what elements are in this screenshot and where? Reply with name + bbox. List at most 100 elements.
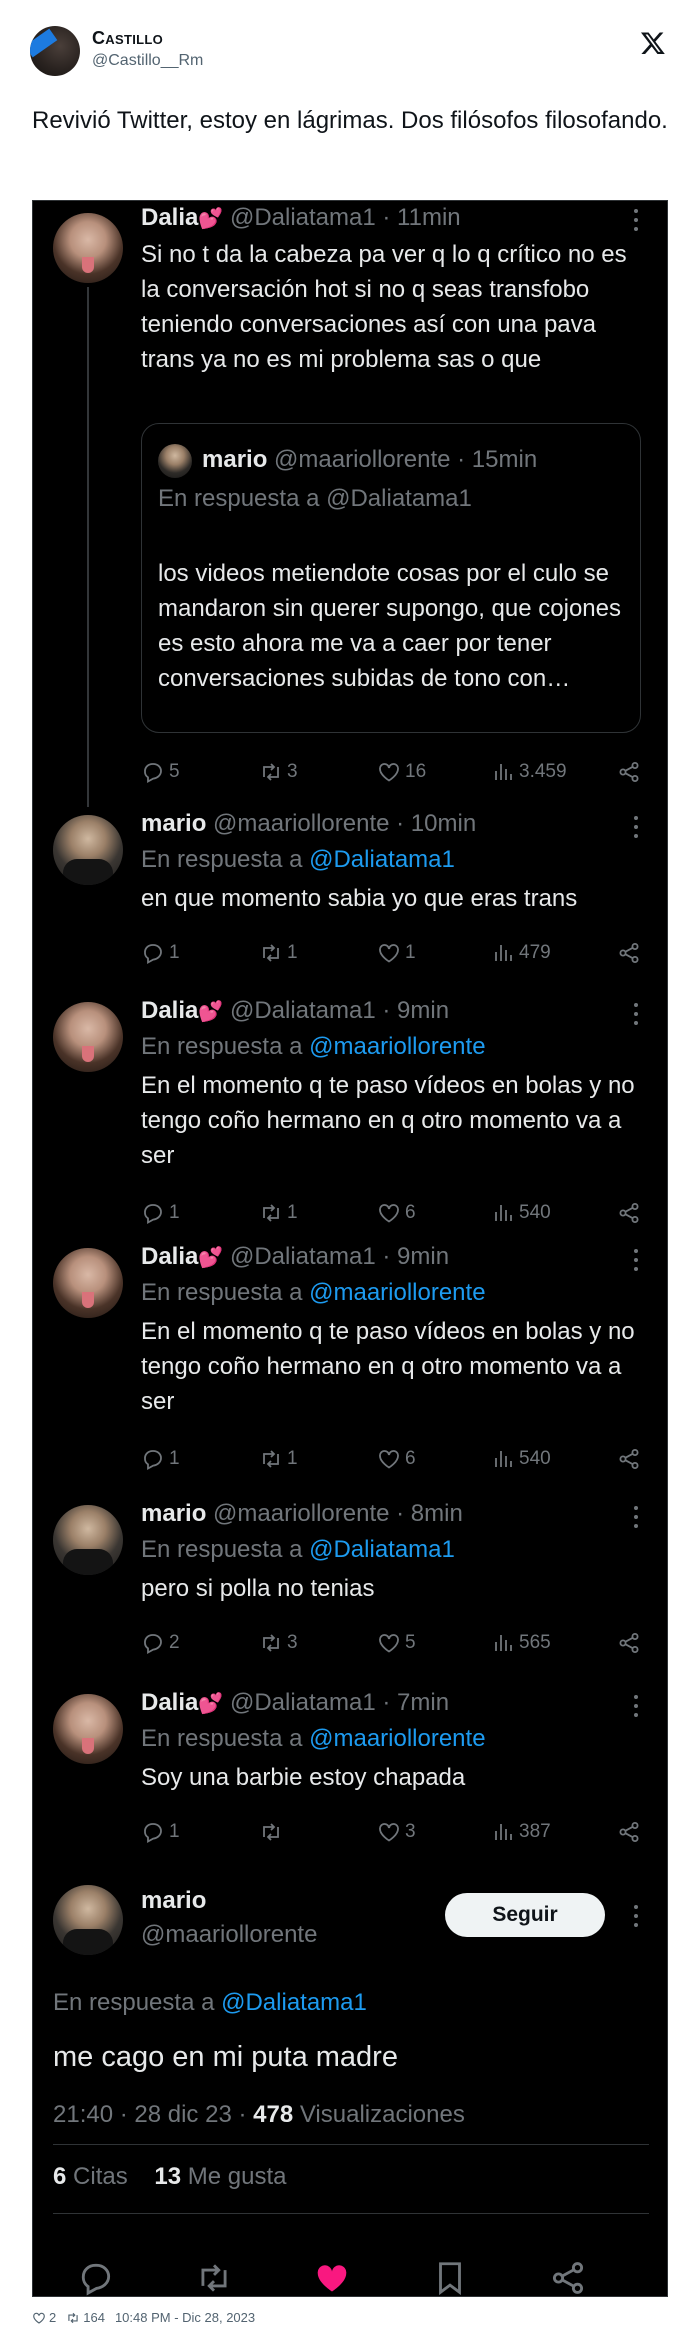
reply-button[interactable]: 1: [141, 1198, 180, 1228]
thread-tweet[interactable]: Dalia💕 @Daliatama1 · 9min En respuesta a…: [33, 1234, 667, 1471]
reply-mention[interactable]: @Daliatama1: [309, 1536, 455, 1563]
share-button[interactable]: [617, 757, 645, 787]
views-count: 478: [253, 2101, 294, 2128]
reply-mention[interactable]: @maariollorente: [309, 1725, 485, 1752]
thread-tweet[interactable]: Dalia💕 @Daliatama1 · 7min En respuesta a…: [33, 1680, 667, 1844]
tweet-author-name[interactable]: mario: [141, 810, 206, 837]
reply-button[interactable]: 5: [141, 757, 180, 787]
more-options-icon[interactable]: [633, 1249, 639, 1271]
tweet-author-handle[interactable]: @Daliatama1: [230, 204, 376, 231]
retweet-button[interactable]: 1: [259, 938, 298, 968]
like-button[interactable]: 6: [377, 1198, 416, 1228]
retweet-button[interactable]: [259, 1817, 287, 1847]
tweet-author-name[interactable]: Dalia: [141, 1689, 198, 1716]
reply-button[interactable]: 1: [141, 1444, 180, 1474]
retweet-button[interactable]: 1: [259, 1198, 298, 1228]
share-button[interactable]: [617, 1628, 645, 1658]
views-button[interactable]: 540: [491, 1198, 551, 1228]
likes-count[interactable]: 2: [32, 2310, 56, 2325]
thread-tweet[interactable]: Dalia💕 @Daliatama1 · 9min En respuesta a…: [33, 988, 667, 1225]
tweet-author-name[interactable]: mario: [141, 1887, 206, 1915]
author-handle[interactable]: @Castillo__Rm: [92, 52, 203, 70]
tweet-time[interactable]: · 11min: [382, 204, 460, 231]
retweet-button[interactable]: 3: [259, 757, 298, 787]
views-button[interactable]: 387: [491, 1817, 551, 1847]
reply-mention[interactable]: @maariollorente: [309, 1033, 485, 1060]
bookmark-icon[interactable]: [431, 2259, 469, 2297]
author-avatar[interactable]: [30, 26, 80, 76]
avatar: [158, 444, 192, 478]
reply-button[interactable]: 2: [141, 1628, 180, 1658]
views-button[interactable]: 3.459: [491, 757, 567, 787]
views-button[interactable]: 565: [491, 1628, 551, 1658]
tweet-actions: 1 1 1 479: [141, 938, 649, 968]
like-button[interactable]: 6: [377, 1444, 416, 1474]
tweet-author-handle[interactable]: @Daliatama1: [230, 997, 376, 1024]
like-button[interactable]: 16: [377, 757, 426, 787]
likes-link[interactable]: 13 Me gusta: [154, 2163, 286, 2190]
more-options-icon[interactable]: [633, 1695, 639, 1717]
tweet-time[interactable]: · 10min: [396, 810, 476, 837]
share-button[interactable]: [617, 1444, 645, 1474]
tweet-time[interactable]: · 9min: [382, 997, 449, 1024]
like-button[interactable]: 3: [377, 1817, 416, 1847]
more-options-icon[interactable]: [633, 816, 639, 838]
more-options-icon[interactable]: [633, 209, 639, 231]
retweet-button[interactable]: 1: [259, 1444, 298, 1474]
tweet-author-handle[interactable]: @maariollorente: [213, 810, 389, 837]
thread-tweet[interactable]: Dalia💕 @Daliatama1 · 11min Si no t da la…: [33, 201, 667, 807]
tweet-author-name[interactable]: Dalia: [141, 204, 198, 231]
tweet-author-name[interactable]: Dalia: [141, 1243, 198, 1270]
retweet-button[interactable]: 3: [259, 1628, 298, 1658]
avatar[interactable]: [53, 1505, 123, 1575]
reply-mention[interactable]: @maariollorente: [309, 1279, 485, 1306]
avatar[interactable]: [53, 815, 123, 885]
share-button[interactable]: [617, 938, 645, 968]
more-options-icon[interactable]: [633, 1003, 639, 1025]
reply-button[interactable]: 1: [141, 1817, 180, 1847]
more-options-icon[interactable]: [633, 1905, 639, 1927]
thread-tweet[interactable]: mario @maariollorente · 8min En respuest…: [33, 1491, 667, 1655]
quoted-author-name: mario: [202, 446, 268, 473]
tweet-author-name[interactable]: mario: [141, 1500, 206, 1527]
tweet-time[interactable]: · 7min: [382, 1689, 449, 1716]
heart-filled-icon[interactable]: [313, 2259, 351, 2297]
more-options-icon[interactable]: [633, 1506, 639, 1528]
avatar[interactable]: [53, 1694, 123, 1764]
reply-icon[interactable]: [77, 2259, 115, 2297]
post-timestamp[interactable]: 10:48 PM - Dic 28, 2023: [115, 2310, 255, 2325]
reply-icon: [144, 1634, 162, 1655]
follow-button[interactable]: Seguir: [445, 1893, 605, 1937]
tweet-author-handle[interactable]: @maariollorente: [213, 1500, 389, 1527]
quotes-link[interactable]: 6 Citas: [53, 2163, 128, 2190]
avatar[interactable]: [53, 1248, 123, 1318]
retweets-count[interactable]: 164: [66, 2310, 105, 2325]
like-button[interactable]: 5: [377, 1628, 416, 1658]
quoted-tweet[interactable]: mario @maariollorente · 15min En respues…: [141, 423, 641, 733]
x-logo-icon[interactable]: [640, 30, 666, 56]
tweet-author-handle[interactable]: @maariollorente: [141, 1921, 317, 1949]
reply-mention[interactable]: @Daliatama1: [221, 1989, 367, 2016]
views-button[interactable]: 540: [491, 1444, 551, 1474]
avatar[interactable]: [53, 213, 123, 283]
thread-tweet[interactable]: mario @maariollorente · 10min En respues…: [33, 801, 667, 965]
heart-icon: [379, 763, 399, 782]
author-name[interactable]: Castillo: [92, 28, 163, 49]
share-icon[interactable]: [549, 2259, 587, 2297]
tweet-author-name[interactable]: Dalia: [141, 997, 198, 1024]
like-button[interactable]: 1: [377, 938, 416, 968]
tweet-author-handle[interactable]: @Daliatama1: [230, 1689, 376, 1716]
avatar[interactable]: [53, 1002, 123, 1072]
share-button[interactable]: [617, 1817, 645, 1847]
tweet-time[interactable]: · 9min: [382, 1243, 449, 1270]
reply-mention[interactable]: @Daliatama1: [309, 846, 455, 873]
retweet-icon[interactable]: [195, 2259, 233, 2297]
views-button[interactable]: 479: [491, 938, 551, 968]
tweet-author-handle[interactable]: @Daliatama1: [230, 1243, 376, 1270]
avatar[interactable]: [53, 1885, 123, 1955]
reply-button[interactable]: 1: [141, 938, 180, 968]
tweet-text: en que momento sabia yo que eras trans: [141, 885, 578, 912]
share-button[interactable]: [617, 1198, 645, 1228]
tweet-timestamp[interactable]: 21:40 · 28 dic 23 · 478 Visualizaciones: [53, 2101, 465, 2129]
tweet-time[interactable]: · 8min: [396, 1500, 463, 1527]
